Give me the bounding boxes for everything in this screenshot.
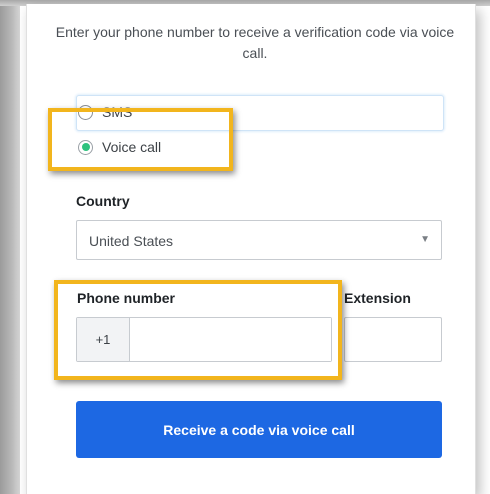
radio-circle-selected-icon xyxy=(78,139,93,155)
phone-number-input[interactable] xyxy=(130,318,331,361)
phone-number-group: +1 xyxy=(76,317,332,362)
verification-screen: Enter your phone number to receive a ver… xyxy=(0,0,490,494)
radio-dot-icon xyxy=(81,143,90,151)
extension-label: Extension xyxy=(344,290,411,306)
phone-number-label: Phone number xyxy=(77,290,176,306)
radio-sms-label: SMS xyxy=(102,104,133,120)
window-frame xyxy=(0,0,20,494)
chevron-down-icon: ▼ xyxy=(420,234,430,245)
country-code-prefix: +1 xyxy=(77,318,130,361)
country-label: Country xyxy=(76,193,130,209)
radio-circle-icon xyxy=(78,104,93,120)
radio-voice-call[interactable]: Voice call xyxy=(78,137,161,157)
country-select-value: United States xyxy=(89,233,174,249)
country-select[interactable]: United States ▼ xyxy=(76,220,442,260)
radio-voice-call-label: Voice call xyxy=(102,139,162,155)
intro-text: Enter your phone number to receive a ver… xyxy=(55,24,455,61)
radio-sms[interactable]: SMS xyxy=(78,103,132,121)
receive-code-button[interactable]: Receive a code via voice call xyxy=(76,401,442,458)
extension-input[interactable] xyxy=(344,317,442,362)
